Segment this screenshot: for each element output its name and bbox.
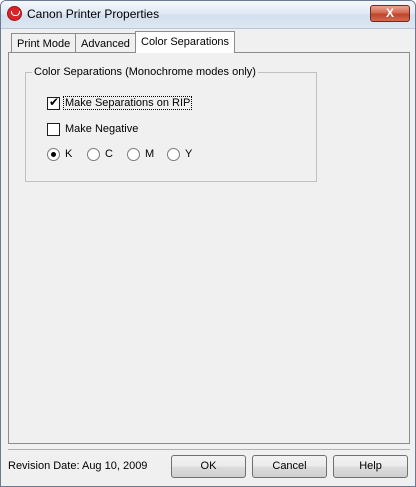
tab-print-mode-label: Print Mode xyxy=(17,38,71,50)
cancel-button[interactable]: Cancel xyxy=(252,455,327,478)
make-separations-label[interactable]: Make Separations on RIP xyxy=(63,96,193,110)
radio-y[interactable] xyxy=(167,148,180,161)
tab-advanced[interactable]: Advanced xyxy=(75,33,136,52)
app-logo-icon xyxy=(7,6,22,21)
properties-window: Canon Printer Properties X Print Mode Ad… xyxy=(0,0,416,487)
title-bar[interactable]: Canon Printer Properties X xyxy=(1,1,415,29)
make-separations-checkbox[interactable]: ✔ xyxy=(47,95,60,110)
cancel-button-label: Cancel xyxy=(272,460,307,472)
checkmark-icon: ✔ xyxy=(49,95,60,109)
window-title: Canon Printer Properties xyxy=(27,7,160,21)
footer-separator xyxy=(8,449,410,450)
make-negative-checkbox[interactable] xyxy=(47,123,60,136)
tab-color-separations-label: Color Separations xyxy=(141,36,230,48)
make-negative-label[interactable]: Make Negative xyxy=(65,123,138,135)
radio-c-label[interactable]: C xyxy=(105,148,113,160)
ok-button[interactable]: OK xyxy=(171,455,246,478)
revision-date: Revision Date: Aug 10, 2009 xyxy=(8,460,148,472)
radio-c[interactable] xyxy=(87,148,100,161)
help-button[interactable]: Help xyxy=(333,455,408,478)
radio-selected-dot xyxy=(51,152,56,157)
tab-color-separations[interactable]: Color Separations xyxy=(135,31,236,53)
close-icon: X xyxy=(385,6,394,20)
groupbox-label: Color Separations (Monochrome modes only… xyxy=(32,66,258,78)
radio-k-label[interactable]: K xyxy=(65,148,72,160)
close-button[interactable]: X xyxy=(370,5,410,22)
radio-m[interactable] xyxy=(127,148,140,161)
tab-advanced-label: Advanced xyxy=(81,38,130,50)
ok-button-label: OK xyxy=(200,460,217,472)
tab-print-mode[interactable]: Print Mode xyxy=(11,33,77,52)
radio-k[interactable] xyxy=(47,148,60,161)
radio-y-label[interactable]: Y xyxy=(185,148,192,160)
help-button-label: Help xyxy=(359,460,382,472)
radio-m-label[interactable]: M xyxy=(145,148,154,160)
